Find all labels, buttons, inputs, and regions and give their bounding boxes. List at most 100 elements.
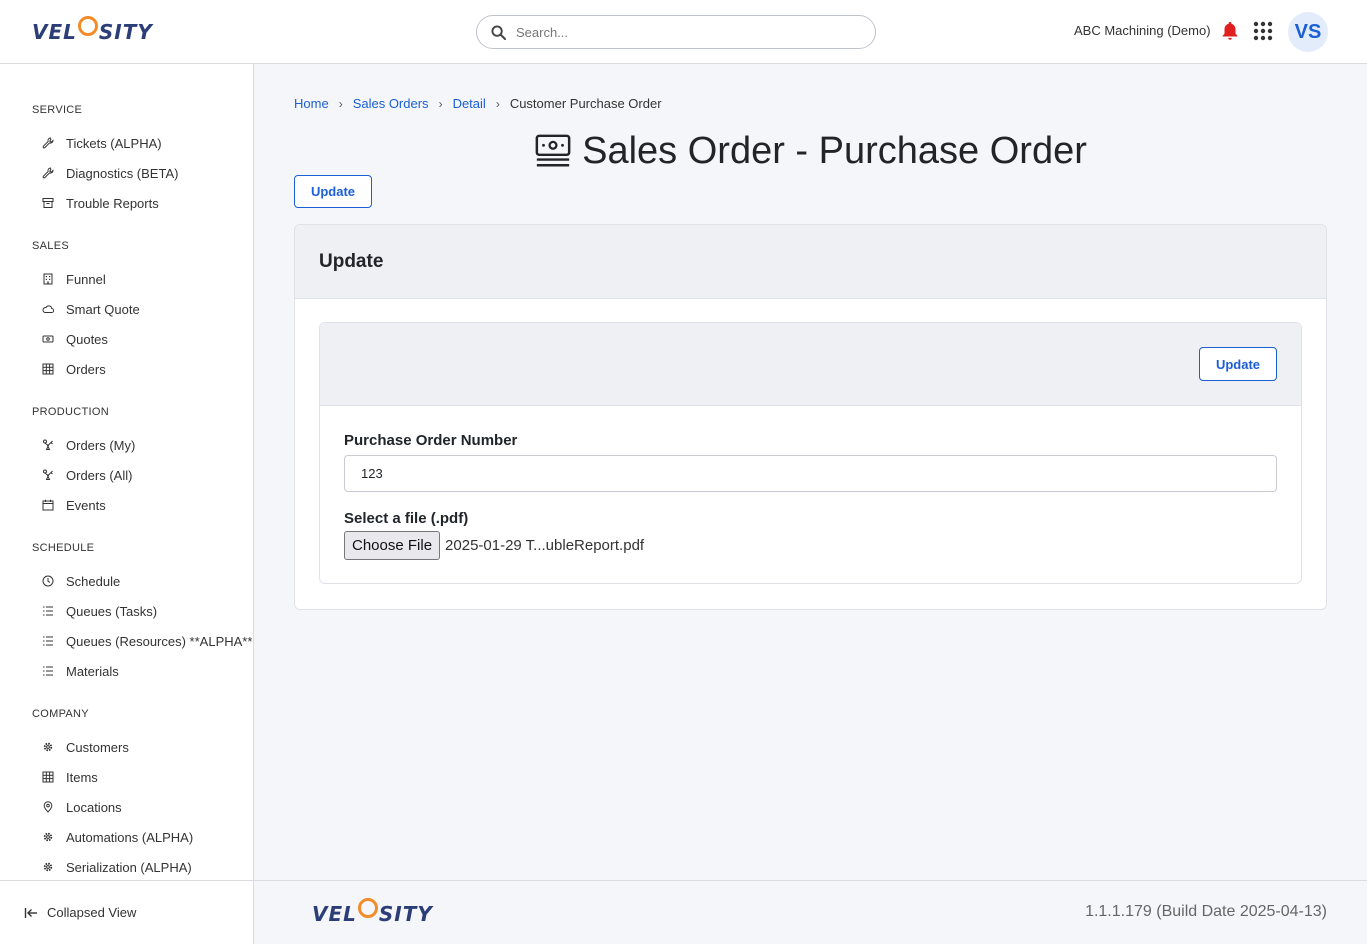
update-card: Update Update Purchase Order Number Sele… xyxy=(294,224,1327,610)
sidebar-item-label: Schedule xyxy=(66,573,121,589)
avatar[interactable]: VS xyxy=(1288,12,1328,52)
top-bar: VEL SITY ABC Machining (Demo) VS xyxy=(0,0,1367,64)
sidebar-section-title: SCHEDULE xyxy=(32,542,95,554)
calendar-icon xyxy=(42,499,54,511)
sidebar-item-orders-my[interactable]: Orders (My) xyxy=(32,430,253,460)
search-input[interactable] xyxy=(516,24,856,40)
gear-icon xyxy=(42,831,54,843)
sidebar-item-label: Queues (Tasks) xyxy=(66,603,158,619)
sidebar-item-smart-quote[interactable]: Smart Quote xyxy=(32,294,253,324)
sidebar-item-label: Queues (Resources) **ALPHA** xyxy=(66,633,253,649)
sidebar-section-title: SERVICE xyxy=(32,104,83,116)
sidebar-item-label: Customers xyxy=(66,739,129,755)
pin-icon xyxy=(42,801,54,813)
update-button-top[interactable]: Update xyxy=(294,175,372,208)
update-form: Purchase Order Number Select a file (.pd… xyxy=(320,406,1301,560)
po-number-label: Purchase Order Number xyxy=(344,432,518,449)
search-bar[interactable] xyxy=(476,15,876,49)
gear-icon xyxy=(42,741,54,753)
table-icon xyxy=(42,363,54,375)
sidebar-item-label: Items xyxy=(66,769,98,785)
sidebar-item-label: Funnel xyxy=(66,271,106,287)
sidebar-item-diagnostics-beta[interactable]: Diagnostics (BETA) xyxy=(32,158,253,188)
cloud-icon xyxy=(42,303,54,315)
breadcrumb: Home › Sales Orders › Detail › Customer … xyxy=(294,96,662,111)
sidebar-item-label: Orders xyxy=(66,361,106,377)
sidebar-section-service: SERVICE Tickets (ALPHA) Diagnostics (BETA)… xyxy=(0,100,253,218)
breadcrumb-home[interactable]: Home xyxy=(294,96,329,111)
sidebar-section-title: COMPANY xyxy=(32,708,89,720)
logo-ring-icon xyxy=(77,16,98,36)
sidebar-item-label: Serialization (ALPHA) xyxy=(66,859,192,875)
robot-arm-icon xyxy=(42,439,54,451)
sidebar-item-label: Quotes xyxy=(66,331,108,347)
sidebar-item-label: Materials xyxy=(66,663,119,679)
sidebar-item-label: Orders (My) xyxy=(66,437,136,453)
page-title-text: Sales Order - Purchase Order xyxy=(582,129,1087,172)
table-icon xyxy=(42,771,54,783)
card-title: Update xyxy=(295,225,1326,299)
clock-icon xyxy=(42,575,54,587)
footer: VEL SITY 1.1.1.179 (Build Date 2025-04-13… xyxy=(254,880,1367,944)
breadcrumb-detail[interactable]: Detail xyxy=(453,96,486,111)
footer-logo-text-right: SITY xyxy=(378,902,433,926)
archive-icon xyxy=(42,197,54,209)
chevron-right-icon: › xyxy=(495,96,500,111)
file-input[interactable]: Choose File 2025-01-29 T...ubleReport.pd… xyxy=(344,531,1277,560)
version-text: 1.1.1.179 (Build Date 2025-04-13) xyxy=(1085,903,1327,920)
wrench-icon xyxy=(42,137,54,149)
list-icon xyxy=(42,605,54,617)
sidebar-item-orders[interactable]: Orders xyxy=(32,354,253,384)
sidebar-section-title: PRODUCTION xyxy=(32,406,109,418)
collapsed-view-button[interactable]: Collapsed View xyxy=(0,880,254,944)
building-icon xyxy=(42,273,54,285)
sidebar-section-production: PRODUCTION Orders (My) Orders (All) Events xyxy=(0,402,253,520)
chevron-right-icon: › xyxy=(338,96,343,111)
po-number-input[interactable] xyxy=(344,455,1277,492)
velocity-logo[interactable]: VEL SITY xyxy=(32,16,153,47)
page-title: Sales Order - Purchase Order xyxy=(294,128,1327,174)
sidebar-item-label: Trouble Reports xyxy=(66,195,159,211)
sidebar-item-orders-all[interactable]: Orders (All) xyxy=(32,460,253,490)
sidebar: SERVICE Tickets (ALPHA) Diagnostics (BETA)… xyxy=(0,64,254,880)
sidebar-item-schedule[interactable]: Schedule xyxy=(32,566,253,596)
apps-grid-icon[interactable] xyxy=(1253,21,1273,41)
chevron-right-icon: › xyxy=(438,96,443,111)
wrench-icon xyxy=(42,167,54,179)
file-select-label: Select a file (.pdf) xyxy=(344,510,469,527)
money-icon xyxy=(42,333,54,345)
breadcrumb-sales-orders[interactable]: Sales Orders xyxy=(353,96,429,111)
sidebar-item-label: Automations (ALPHA) xyxy=(66,829,194,845)
sidebar-item-customers[interactable]: Customers xyxy=(32,732,253,762)
update-button[interactable]: Update xyxy=(1199,347,1277,381)
gear-icon xyxy=(42,861,54,873)
sidebar-section-company: COMPANY Customers Items Locations Automation… xyxy=(0,704,253,880)
bell-icon[interactable] xyxy=(1219,20,1241,42)
sidebar-item-label: Events xyxy=(66,497,106,513)
sidebar-item-label: Smart Quote xyxy=(66,301,140,317)
sidebar-item-label: Locations xyxy=(66,799,122,815)
sidebar-item-locations[interactable]: Locations xyxy=(32,792,253,822)
sidebar-item-queues-resources-alpha[interactable]: Queues (Resources) **ALPHA** xyxy=(32,626,253,656)
logo-text-right: SITY xyxy=(98,20,153,44)
sidebar-item-automations-alpha[interactable]: Automations (ALPHA) xyxy=(32,822,253,852)
choose-file-button[interactable]: Choose File xyxy=(344,531,441,560)
list-icon xyxy=(42,635,54,647)
sidebar-item-trouble-reports[interactable]: Trouble Reports xyxy=(32,188,253,218)
sidebar-item-items[interactable]: Items xyxy=(32,762,253,792)
update-form-panel: Update Purchase Order Number Select a fi… xyxy=(319,322,1302,584)
sidebar-section-schedule: SCHEDULE Schedule Queues (Tasks) Queues (Re… xyxy=(0,538,253,686)
money-bill-icon xyxy=(535,134,571,167)
company-name[interactable]: ABC Machining (Demo) xyxy=(1074,23,1211,38)
sidebar-item-materials[interactable]: Materials xyxy=(32,656,253,686)
robot-arm-icon xyxy=(42,469,54,481)
sidebar-section-sales: SALES Funnel Smart Quote Quotes Orders xyxy=(0,236,253,384)
sidebar-item-quotes[interactable]: Quotes xyxy=(32,324,253,354)
sidebar-item-queues-tasks[interactable]: Queues (Tasks) xyxy=(32,596,253,626)
sidebar-item-tickets-alpha[interactable]: Tickets (ALPHA) xyxy=(32,128,253,158)
sidebar-nav: SERVICE Tickets (ALPHA) Diagnostics (BETA)… xyxy=(0,64,253,880)
sidebar-item-funnel[interactable]: Funnel xyxy=(32,264,253,294)
sidebar-item-serialization-alpha[interactable]: Serialization (ALPHA) xyxy=(32,852,253,880)
footer-logo-text-left: VEL xyxy=(312,902,357,926)
sidebar-item-events[interactable]: Events xyxy=(32,490,253,520)
